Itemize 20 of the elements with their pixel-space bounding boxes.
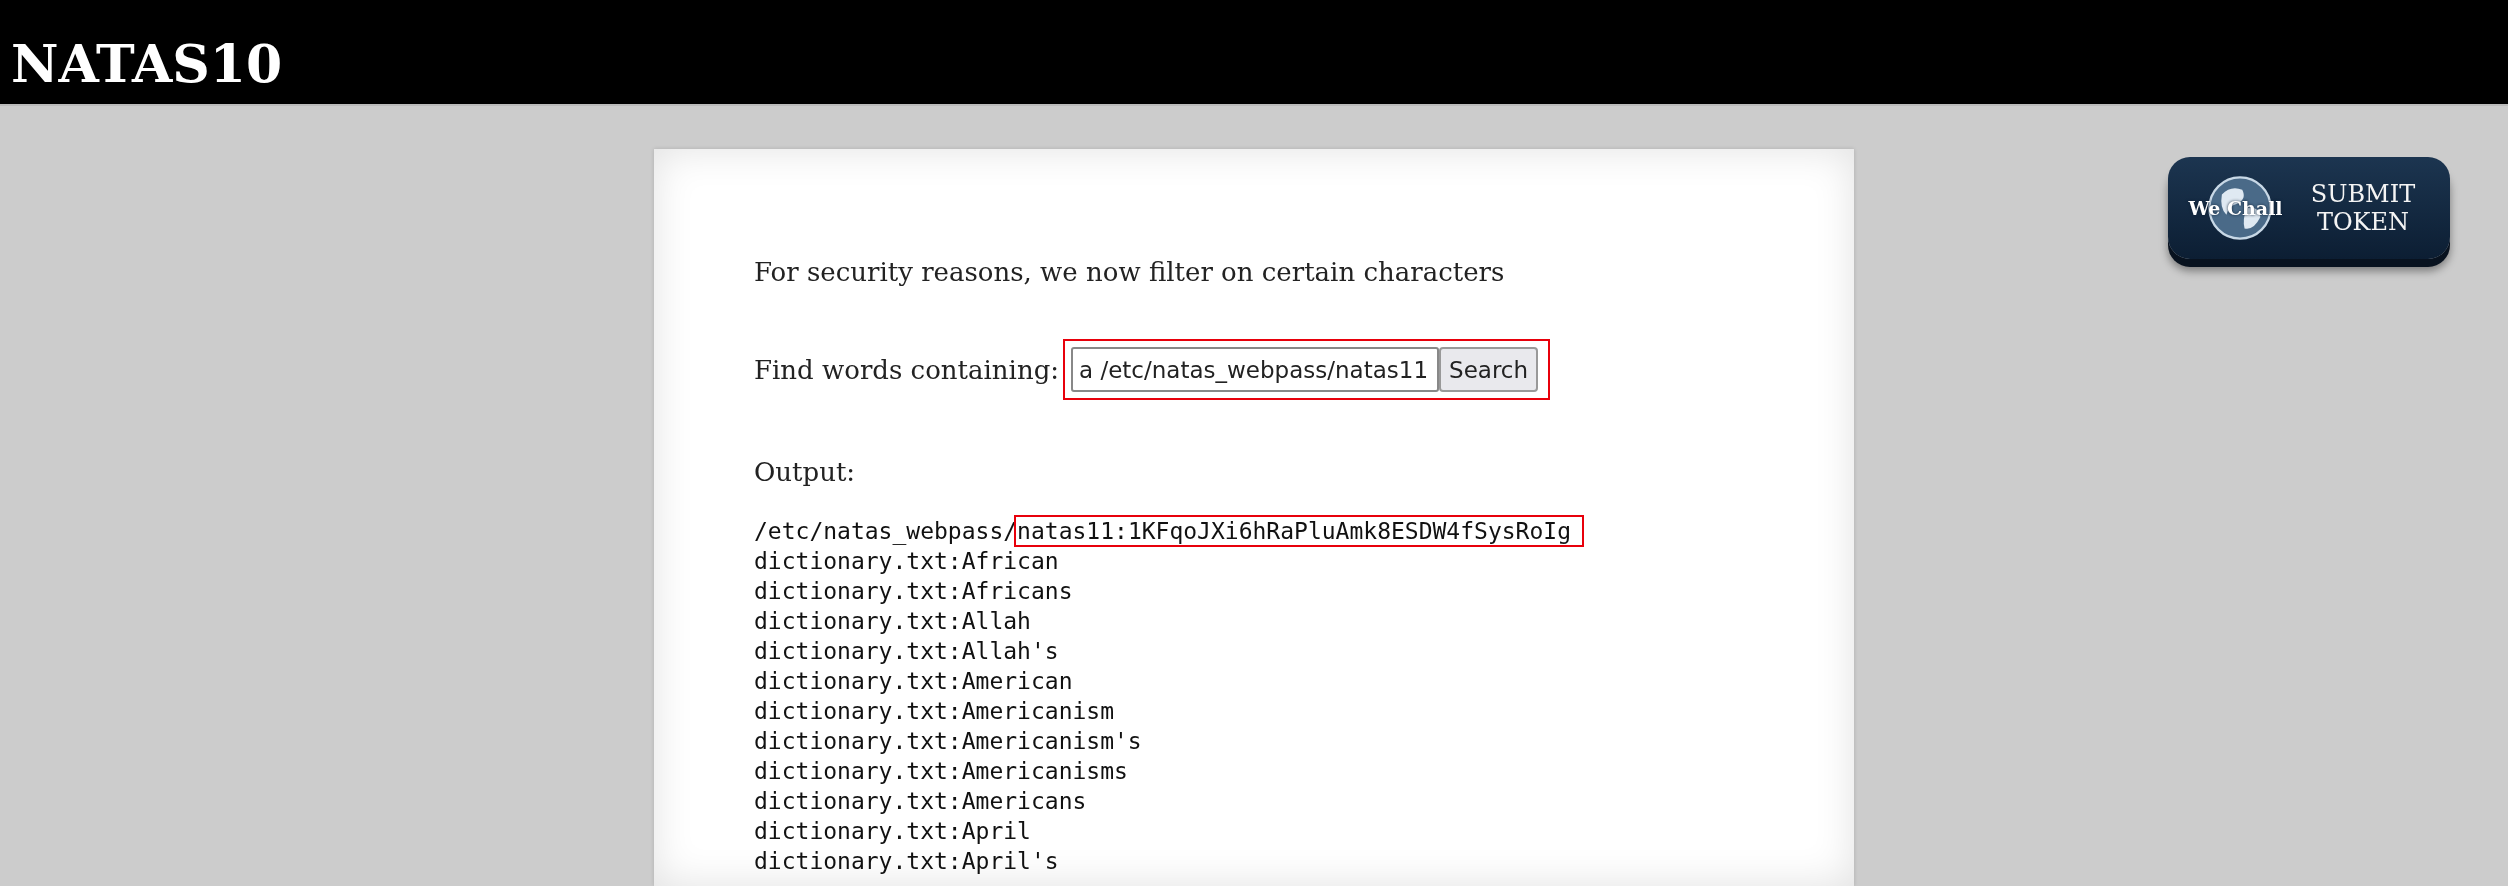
output-line: dictionary.txt:Americanism bbox=[754, 698, 1115, 724]
output-line: dictionary.txt:Americanisms bbox=[754, 758, 1128, 784]
output-line: dictionary.txt:Allah's bbox=[754, 638, 1059, 664]
site-title: NATAS10 bbox=[11, 38, 283, 90]
output-line: dictionary.txt:American bbox=[754, 668, 1073, 694]
field-label: Find words containing: bbox=[754, 353, 1060, 387]
output-line: dictionary.txt:African bbox=[754, 548, 1059, 574]
output-line: dictionary.txt:Americanism's bbox=[754, 728, 1142, 754]
output-line: dictionary.txt:Allah bbox=[754, 608, 1031, 634]
output-line: /etc/natas_webpass/ bbox=[754, 518, 1018, 544]
output-line: dictionary.txt:Americans bbox=[754, 788, 1087, 814]
search-button[interactable]: Search bbox=[1439, 347, 1539, 392]
highlighted-text: natas11:1KFqoJXi6hRaPluAmk8ESDW4fSysRoIg bbox=[1017, 518, 1581, 544]
notice-text: For security reasons, we now filter on certain characters bbox=[754, 256, 1506, 289]
search-field[interactable]: a /etc/natas_webpass/natas11 bbox=[1071, 347, 1440, 392]
button-label: SUBMIT TOKEN bbox=[2309, 180, 2417, 236]
output-heading: Output: bbox=[754, 456, 857, 489]
output-line: dictionary.txt:April's bbox=[754, 848, 1059, 874]
output-line: dictionary.txt:Africans bbox=[754, 578, 1073, 604]
output-line: dictionary.txt:April bbox=[754, 818, 1031, 844]
